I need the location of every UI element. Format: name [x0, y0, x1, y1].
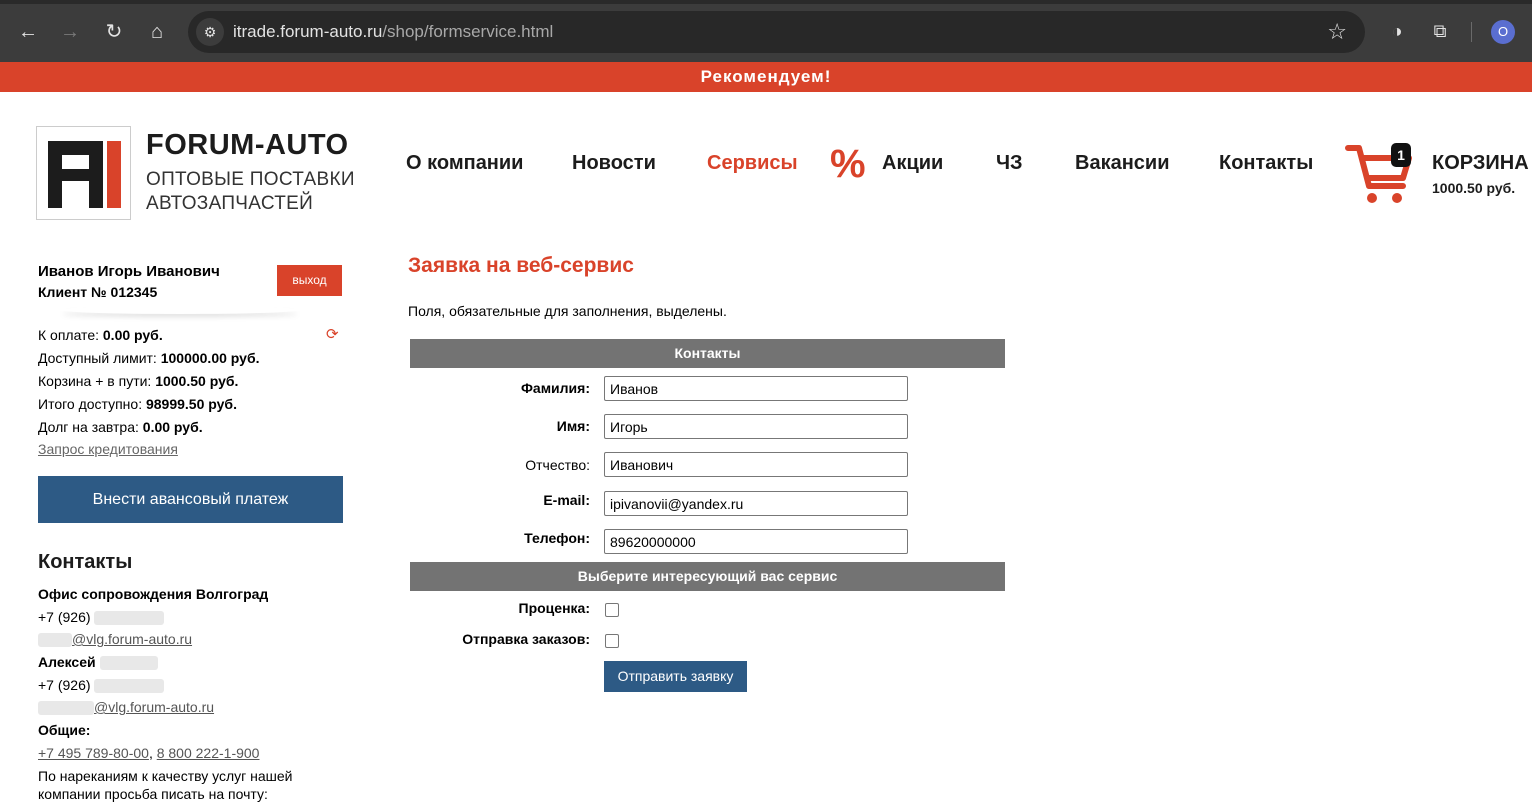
- person-phone: +7 (926): [38, 677, 165, 694]
- client-number: Клиент № 012345: [38, 284, 158, 300]
- logout-button[interactable]: выход: [277, 265, 342, 296]
- redacted-block: [94, 679, 165, 694]
- redacted-block: [99, 656, 158, 671]
- percent-icon[interactable]: %: [830, 142, 866, 187]
- surname-label: Фамилия:: [520, 380, 590, 396]
- order-sending-label: Отправка заказов:: [462, 631, 590, 647]
- order-sending-checkbox[interactable]: [605, 634, 619, 648]
- contacts-heading: Контакты: [38, 551, 133, 573]
- divider: [60, 306, 300, 314]
- nav-news[interactable]: Новости: [572, 152, 656, 175]
- logo-icon[interactable]: [36, 126, 131, 220]
- advance-payment-button[interactable]: Внести авансовый платеж: [38, 476, 343, 523]
- browser-toolbar: ← → ↻ ⌂ ⚙ itrade.forum-auto.ru/shop/form…: [0, 0, 1532, 62]
- extensions-puzzle-icon[interactable]: ⧉: [1427, 18, 1453, 44]
- bookmark-star-icon[interactable]: ☆: [1327, 19, 1347, 45]
- phone-input[interactable]: [604, 529, 908, 554]
- address-bar[interactable]: ⚙ itrade.forum-auto.ru/shop/formservice.…: [188, 11, 1365, 53]
- logo-title[interactable]: FORUM-AUTO: [146, 129, 349, 162]
- surname-input[interactable]: [604, 376, 908, 401]
- nav-contacts[interactable]: Контакты: [1219, 152, 1313, 175]
- general-label: Общие:: [38, 722, 91, 738]
- tab-strip: [0, 0, 1532, 4]
- cart-total: 1000.50 руб.: [1432, 180, 1516, 196]
- nav-services[interactable]: Сервисы: [707, 152, 798, 175]
- patronymic-input[interactable]: [604, 452, 908, 477]
- promo-banner[interactable]: Рекомендуем!: [0, 62, 1532, 92]
- complaint-text-1: По нареканиям к качеству услуг нашей: [38, 768, 293, 784]
- cart-title[interactable]: КОРЗИНА: [1432, 152, 1529, 175]
- general-phones: +7 495 789-80-00, 8 800 222-1-900: [38, 745, 260, 761]
- extension-icon[interactable]: ◑: [1384, 18, 1410, 44]
- balance-limit: Доступный лимит: 100000.00 руб.: [38, 350, 260, 366]
- person-email[interactable]: @vlg.forum-auto.ru: [38, 699, 214, 716]
- refresh-icon[interactable]: ⟳: [326, 325, 339, 343]
- toolbar-divider: [1471, 22, 1472, 42]
- home-icon[interactable]: ⌂: [143, 18, 171, 46]
- redacted-block: [38, 633, 72, 648]
- general-phone-2[interactable]: 8 800 222-1-900: [157, 745, 260, 761]
- logo-subtitle: ОПТОВЫЕ ПОСТАВКИ АВТОЗАПЧАСТЕЙ: [146, 169, 355, 214]
- name-label: Имя:: [556, 418, 590, 434]
- submit-button[interactable]: Отправить заявку: [604, 661, 747, 692]
- balance-cart: Корзина + в пути: 1000.50 руб.: [38, 373, 239, 389]
- page-title: Заявка на веб-сервис: [408, 254, 634, 277]
- email-label: E-mail:: [543, 492, 590, 508]
- general-phone-1[interactable]: +7 495 789-80-00: [38, 745, 149, 761]
- form-note: Поля, обязательные для заполнения, выдел…: [408, 303, 727, 319]
- section-services: Выберите интересующий вас сервис: [410, 562, 1005, 591]
- profile-avatar[interactable]: O: [1491, 20, 1515, 44]
- back-icon[interactable]: ←: [14, 18, 42, 46]
- phone-label: Телефон:: [524, 530, 590, 546]
- email-input[interactable]: [604, 491, 908, 516]
- pricing-label: Проценка:: [518, 600, 590, 616]
- cart-count-badge[interactable]: 1: [1391, 143, 1411, 167]
- pricing-checkbox[interactable]: [605, 603, 619, 617]
- redacted-block: [38, 701, 94, 716]
- redacted-block: [94, 611, 165, 626]
- nav-promotions[interactable]: Акции: [882, 152, 943, 175]
- site-settings-icon[interactable]: ⚙: [196, 18, 224, 46]
- forward-icon[interactable]: →: [56, 18, 84, 46]
- credit-request-link[interactable]: Запрос кредитования: [38, 441, 178, 457]
- name-input[interactable]: [604, 414, 908, 439]
- reload-icon[interactable]: ↻: [100, 18, 128, 46]
- person-name: Алексей: [38, 654, 158, 671]
- complaint-text-2: компании просьба писать на почту:: [38, 786, 268, 802]
- office-name: Офис сопровождения Волгоград: [38, 586, 269, 602]
- user-name: Иванов Игорь Иванович: [38, 263, 220, 280]
- nav-cz[interactable]: ЧЗ: [996, 152, 1023, 175]
- nav-about[interactable]: О компании: [406, 152, 523, 175]
- section-contacts: Контакты: [410, 339, 1005, 368]
- office-email[interactable]: @vlg.forum-auto.ru: [38, 631, 192, 648]
- balance-available: Итого доступно: 98999.50 руб.: [38, 396, 237, 412]
- balance-debt-tomorrow: Долг на завтра: 0.00 руб.: [38, 419, 203, 435]
- patronymic-label: Отчество:: [525, 457, 590, 473]
- office-phone: +7 (926): [38, 609, 165, 626]
- nav-vacancies[interactable]: Вакансии: [1075, 152, 1170, 175]
- url-text[interactable]: itrade.forum-auto.ru/shop/formservice.ht…: [233, 22, 553, 42]
- balance-to-pay: К оплате: 0.00 руб.: [38, 327, 163, 343]
